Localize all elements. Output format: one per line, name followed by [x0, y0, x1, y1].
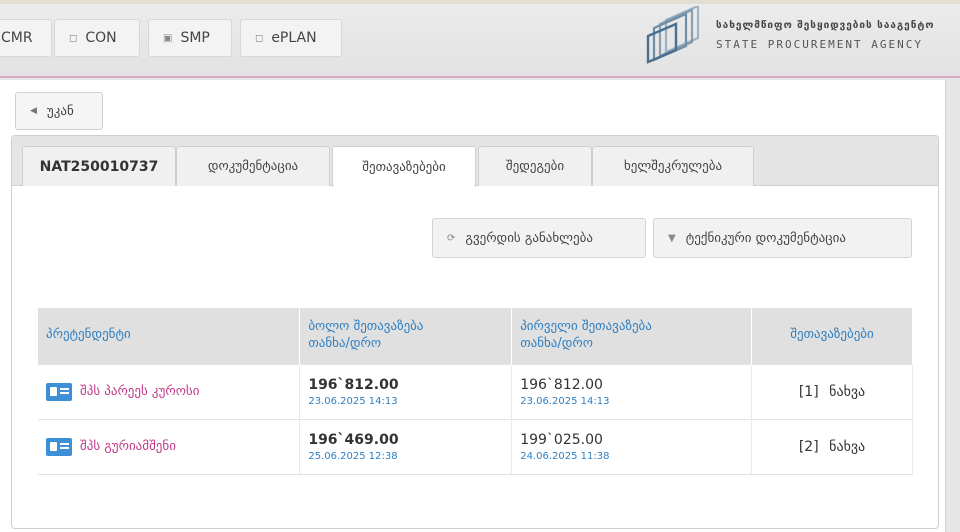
agency-logo[interactable]: სახელმწიფო შესყიდვების სააგენტო STATE PR…	[646, 6, 946, 70]
main-panel: ◀ უკან NAT250010737 დოკუმენტაცია შეთავაზ…	[0, 80, 946, 532]
header-top-strip	[0, 0, 960, 4]
last-offer-date: 23.06.2025 14:13	[308, 395, 398, 407]
nav-button-cmr-label: CMR	[1, 30, 33, 46]
bidder-entry: შპს გურიამშენი	[46, 437, 291, 456]
document-icon: ◻	[69, 32, 78, 44]
column-header-first-offer-line2: თანხა/დრო	[520, 335, 593, 351]
table-header-row: პრეტენდენტი ბოლო შეთავაზება თანხა/დრო პი…	[38, 308, 913, 364]
offers-table: პრეტენდენტი ბოლო შეთავაზება თანხა/დრო პი…	[38, 308, 913, 475]
technical-documentation-label: ტექნიკური დოკუმენტაცია	[685, 230, 846, 246]
bidder-name-link[interactable]: შპს გურიამშენი	[80, 439, 176, 454]
refresh-icon: ⟳	[447, 232, 456, 244]
nav-button-cmr[interactable]: CMR	[0, 19, 52, 57]
square-icon: ▣	[163, 32, 173, 44]
tab-offers[interactable]: შეთავაზებები	[332, 146, 476, 187]
bidder-entry: შპს პარეეს კუროსი	[46, 382, 291, 401]
first-offer-amount: 199`025.00	[520, 431, 603, 448]
company-card-icon[interactable]	[46, 382, 72, 401]
offers-cell: [2] ნახვა	[751, 418, 913, 475]
table-row: შპს პარეეს კუროსი 196`812.00 23.06.2025 …	[38, 363, 913, 419]
column-header-offers-label: შეთავაზებები	[790, 327, 874, 343]
column-header-bidder[interactable]: პრეტენდენტი	[38, 308, 301, 364]
tab-tender-id[interactable]: NAT250010737	[22, 146, 176, 186]
nav-button-eplan-label: ePLAN	[271, 30, 317, 46]
nav-button-smp-label: SMP	[180, 30, 210, 46]
refresh-page-button[interactable]: ⟳ გვერდის განახლება	[432, 218, 646, 258]
agency-name-georgian: სახელმწიფო შესყიდვების სააგენტო	[716, 20, 935, 31]
tab-results[interactable]: შედეგები	[478, 146, 592, 186]
bidder-name-link[interactable]: შპს პარეეს კუროსი	[80, 384, 199, 399]
tab-tender-id-label: NAT250010737	[39, 158, 159, 175]
last-offer-amount: 196`469.00	[308, 431, 399, 448]
last-offer-amount: 196`812.00	[308, 376, 399, 393]
nav-button-con-label: CON	[85, 30, 117, 46]
first-offer-date: 23.06.2025 14:13	[520, 395, 610, 407]
tab-documentation-label: დოკუმენტაცია	[207, 159, 299, 174]
offers-cell: [1] ნახვა	[751, 363, 913, 419]
back-button-label: უკან	[46, 103, 74, 119]
tab-offers-label: შეთავაზებები	[362, 159, 446, 175]
nav-button-con[interactable]: ◻ CON	[54, 19, 140, 57]
company-card-icon[interactable]	[46, 437, 72, 456]
column-header-last-offer-line2: თანხა/დრო	[308, 335, 382, 351]
column-header-last-offer[interactable]: ბოლო შეთავაზება თანხა/დრო	[299, 308, 513, 364]
last-offer-date: 25.06.2025 12:38	[308, 450, 398, 462]
view-offers-link[interactable]: ნახვა	[829, 439, 865, 455]
tab-contract[interactable]: ხელშეკრულება	[592, 146, 754, 186]
last-offer-cell: 196`469.00 25.06.2025 12:38	[299, 418, 513, 475]
last-offer-cell: 196`812.00 23.06.2025 14:13	[299, 363, 513, 419]
back-button[interactable]: ◀ უკან	[15, 92, 103, 130]
agency-name-english: STATE PROCUREMENT AGENCY	[716, 38, 923, 51]
nav-button-smp[interactable]: ▣ SMP	[148, 19, 232, 57]
offer-count: [2]	[798, 438, 819, 455]
first-offer-amount: 196`812.00	[520, 376, 603, 393]
top-header: CMR ◻ CON ▣ SMP ◻ ePLAN სახელმწიფო შესყი…	[0, 0, 960, 78]
refresh-page-label: გვერდის განახლება	[465, 230, 593, 246]
tab-bar: NAT250010737 დოკუმენტაცია შეთავაზებები შ…	[12, 136, 938, 187]
table-row: შპს გურიამშენი 196`469.00 25.06.2025 12:…	[38, 418, 913, 475]
column-header-bidder-label: პრეტენდენტი	[46, 327, 131, 343]
chevron-left-icon: ◀	[30, 106, 37, 116]
technical-documentation-button[interactable]: ▼ ტექნიკური დოკუმენტაცია	[653, 218, 912, 258]
document-icon: ◻	[255, 32, 264, 44]
column-header-last-offer-line1: ბოლო შეთავაზება	[308, 318, 424, 334]
bidder-cell: შპს პარეეს კუროსი	[38, 363, 301, 419]
tab-contract-label: ხელშეკრულება	[623, 159, 723, 174]
view-offers-link[interactable]: ნახვა	[829, 384, 865, 400]
caret-down-icon: ▼	[668, 232, 676, 244]
tender-tabs-container: NAT250010737 დოკუმენტაცია შეთავაზებები შ…	[11, 135, 939, 529]
nav-button-eplan[interactable]: ◻ ePLAN	[240, 19, 342, 57]
first-offer-cell: 199`025.00 24.06.2025 11:38	[511, 418, 753, 475]
column-header-offers[interactable]: შეთავაზებები	[751, 308, 913, 364]
tab-documentation[interactable]: დოკუმენტაცია	[176, 146, 330, 186]
tab-results-label: შედეგები	[505, 159, 565, 174]
first-offer-date: 24.06.2025 11:38	[520, 450, 610, 462]
first-offer-cell: 196`812.00 23.06.2025 14:13	[511, 363, 753, 419]
agency-logo-mark-icon	[646, 6, 700, 64]
column-header-first-offer-line1: პირველი შეთავაზება	[520, 318, 652, 334]
column-header-first-offer[interactable]: პირველი შეთავაზება თანხა/დრო	[511, 308, 753, 364]
offer-count: [1]	[798, 383, 819, 400]
bidder-cell: შპს გურიამშენი	[38, 418, 301, 475]
